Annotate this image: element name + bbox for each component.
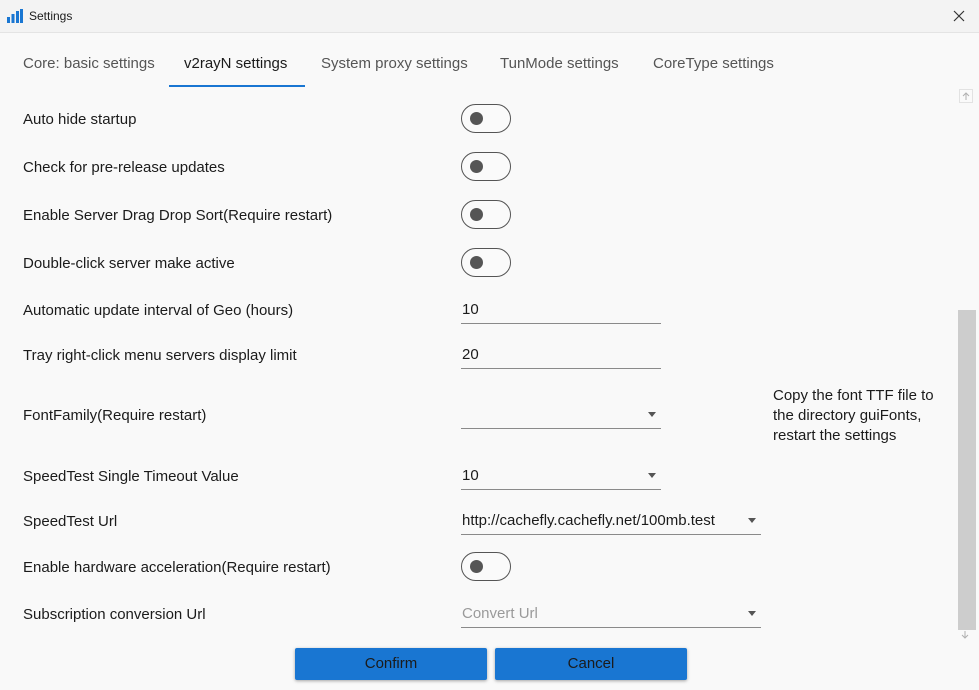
auto-hide-startup-toggle[interactable] xyxy=(461,104,511,133)
title-bar: Settings xyxy=(0,0,979,33)
confirm-button[interactable]: Confirm xyxy=(295,648,487,680)
speedtest-url-select[interactable]: http://cachefly.cachefly.net/100mb.test xyxy=(461,511,761,535)
toggle-knob xyxy=(470,208,483,221)
scrollbar-thumb[interactable] xyxy=(958,310,976,630)
chevron-down-icon xyxy=(748,518,756,523)
tab-tunmode-settings[interactable]: TunMode settings xyxy=(500,44,619,86)
prerelease-updates-label: Check for pre-release updates xyxy=(23,159,225,176)
speedtest-timeout-label: SpeedTest Single Timeout Value xyxy=(23,468,239,485)
toggle-knob xyxy=(470,560,483,573)
speedtest-timeout-select[interactable]: 10 xyxy=(461,466,661,490)
prerelease-updates-toggle[interactable] xyxy=(461,152,511,181)
hardware-acceleration-toggle[interactable] xyxy=(461,552,511,581)
speedtest-timeout-value: 10 xyxy=(462,467,479,484)
font-family-select[interactable] xyxy=(461,405,661,429)
scroll-up-button[interactable] xyxy=(959,89,973,103)
arrow-up-icon xyxy=(962,92,970,100)
tab-v2rayn-settings[interactable]: v2rayN settings xyxy=(184,44,287,86)
subscription-conversion-url-select[interactable]: Convert Url xyxy=(461,604,761,628)
subscription-conversion-url-placeholder: Convert Url xyxy=(462,605,538,622)
tray-menu-limit-input[interactable]: 20 xyxy=(461,345,661,369)
bar-chart-icon xyxy=(7,9,23,23)
chevron-down-icon xyxy=(748,611,756,616)
arrow-down-icon xyxy=(961,631,969,639)
chevron-down-icon xyxy=(648,473,656,478)
toggle-knob xyxy=(470,256,483,269)
font-family-hint: Copy the font TTF file to the directory … xyxy=(773,387,934,444)
drag-drop-sort-toggle[interactable] xyxy=(461,200,511,229)
cancel-button[interactable]: Cancel xyxy=(495,648,687,680)
active-tab-indicator xyxy=(169,85,305,87)
tab-bar: Core: basic settings v2rayN settings Sys… xyxy=(0,44,979,88)
speedtest-url-value: http://cachefly.cachefly.net/100mb.test xyxy=(462,512,715,529)
geo-update-interval-input[interactable]: 10 xyxy=(461,300,661,324)
geo-update-interval-label: Automatic update interval of Geo (hours) xyxy=(23,302,294,319)
double-click-active-toggle[interactable] xyxy=(461,248,511,277)
double-click-active-label: Double-click server make active xyxy=(23,255,235,272)
tab-core-basic-settings[interactable]: Core: basic settings xyxy=(23,44,155,86)
close-button[interactable] xyxy=(939,0,979,32)
tray-menu-limit-label: Tray right-click menu servers display li… xyxy=(23,347,297,364)
drag-drop-sort-label: Enable Server Drag Drop Sort(Require res… xyxy=(23,207,333,224)
speedtest-url-label: SpeedTest Url xyxy=(23,513,118,530)
toggle-knob xyxy=(470,160,483,173)
tab-coretype-settings[interactable]: CoreType settings xyxy=(653,44,774,86)
tab-system-proxy-settings[interactable]: System proxy settings xyxy=(321,44,468,86)
auto-hide-startup-label: Auto hide startup xyxy=(23,111,137,128)
close-icon xyxy=(953,10,965,22)
subscription-conversion-url-label: Subscription conversion Url xyxy=(23,606,206,623)
font-family-label: FontFamily(Require restart) xyxy=(23,407,207,424)
chevron-down-icon xyxy=(648,412,656,417)
scroll-down-button[interactable] xyxy=(959,629,973,643)
window-title: Settings xyxy=(29,9,73,23)
toggle-knob xyxy=(470,112,483,125)
hardware-acceleration-label: Enable hardware acceleration(Require res… xyxy=(23,559,331,576)
